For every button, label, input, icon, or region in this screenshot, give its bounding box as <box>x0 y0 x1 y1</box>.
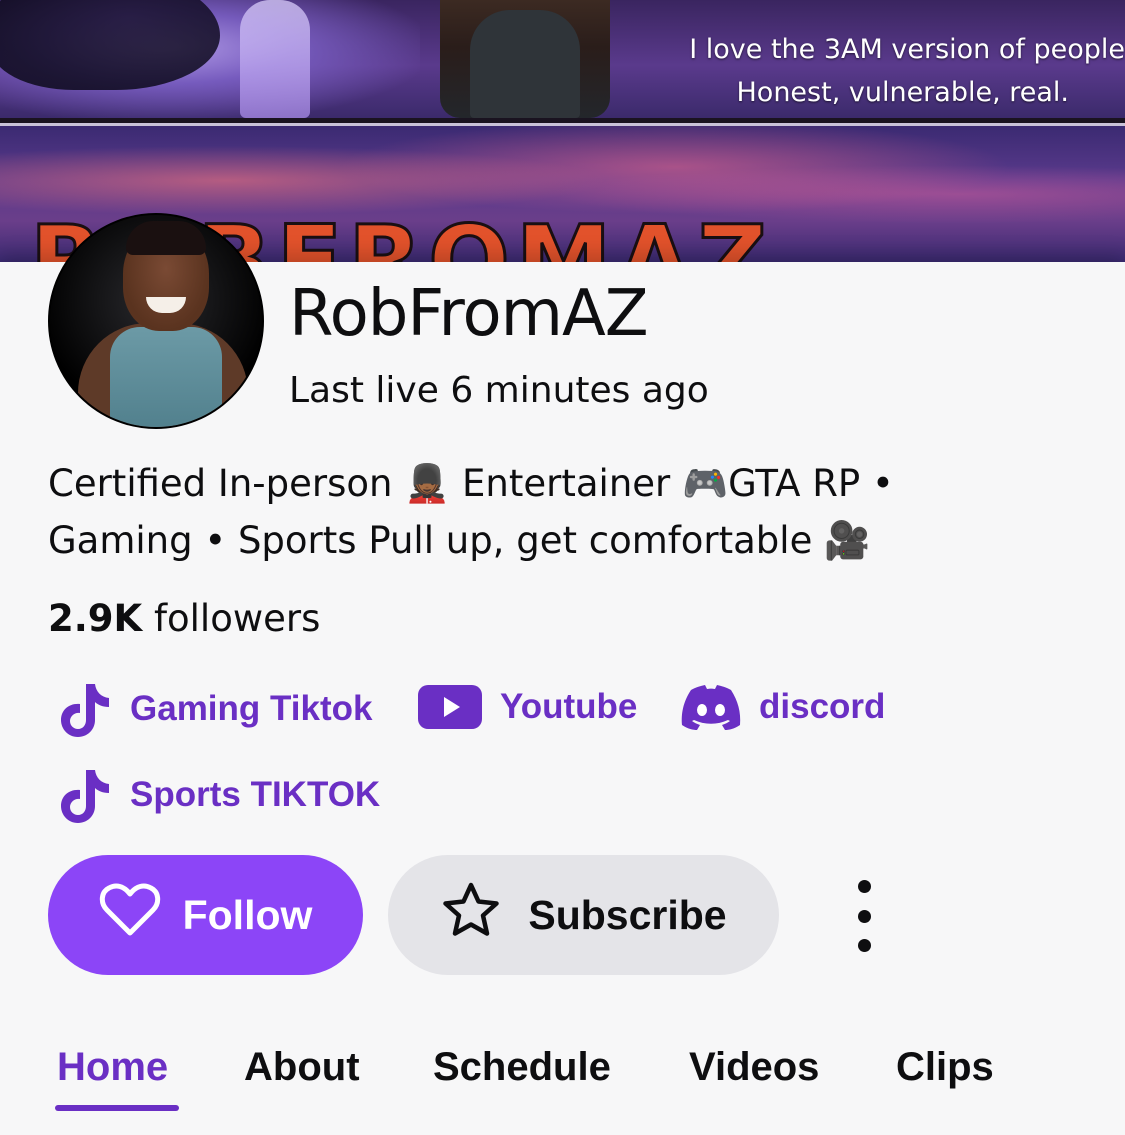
banner-person-shirt <box>470 10 580 118</box>
social-link-sports-tiktok[interactable]: Sports TIKTOK <box>56 766 380 824</box>
tab-videos[interactable]: Videos <box>689 1042 819 1092</box>
bio-line-2: Gaming • Sports Pull up, get comfortable… <box>48 519 871 562</box>
follow-button[interactable]: Follow <box>48 855 363 975</box>
banner-quote-line-2: Honest, vulnerable, real. <box>736 77 1070 108</box>
tab-about[interactable]: About <box>244 1042 360 1092</box>
follow-label: Follow <box>182 891 313 938</box>
avatar[interactable] <box>48 213 264 429</box>
social-link-label: Youtube <box>500 687 638 726</box>
followers-label: followers <box>153 597 321 640</box>
social-link-gaming-tiktok[interactable]: Gaming Tiktok <box>56 680 372 738</box>
tiktok-icon <box>56 766 112 824</box>
star-icon <box>440 881 502 949</box>
active-tab-indicator <box>55 1105 179 1111</box>
channel-name: RobFromAZ <box>289 277 649 351</box>
youtube-icon <box>418 684 482 730</box>
last-live-status: Last live 6 minutes ago <box>289 370 709 411</box>
followers-count: 2.9K followers <box>48 598 320 640</box>
banner-quote-line-1: I love the 3AM version of people <box>689 34 1125 65</box>
social-link-label: discord <box>759 687 886 726</box>
banner-figure <box>240 0 310 118</box>
discord-icon <box>681 684 741 730</box>
social-link-label: Sports TIKTOK <box>130 775 381 814</box>
tab-home[interactable]: Home <box>57 1042 168 1092</box>
tab-schedule[interactable]: Schedule <box>433 1042 611 1092</box>
social-link-discord[interactable]: discord <box>681 684 885 730</box>
bio-line-1: Certified In-person 💂🏾 Entertainer 🎮GTA … <box>48 462 894 505</box>
banner-quote: I love the 3AM version of people Honest,… <box>665 28 1125 114</box>
social-link-youtube[interactable]: Youtube <box>418 684 637 730</box>
social-link-label: Gaming Tiktok <box>130 689 373 728</box>
more-options-icon[interactable] <box>843 880 885 952</box>
subscribe-button[interactable]: Subscribe <box>388 855 779 975</box>
tab-clips[interactable]: Clips <box>896 1042 994 1092</box>
tiktok-icon <box>56 680 112 738</box>
heart-icon <box>99 883 161 947</box>
channel-bio: Certified In-person 💂🏾 Entertainer 🎮GTA … <box>48 455 1048 569</box>
subscribe-label: Subscribe <box>528 891 727 938</box>
followers-number: 2.9K <box>48 597 143 640</box>
